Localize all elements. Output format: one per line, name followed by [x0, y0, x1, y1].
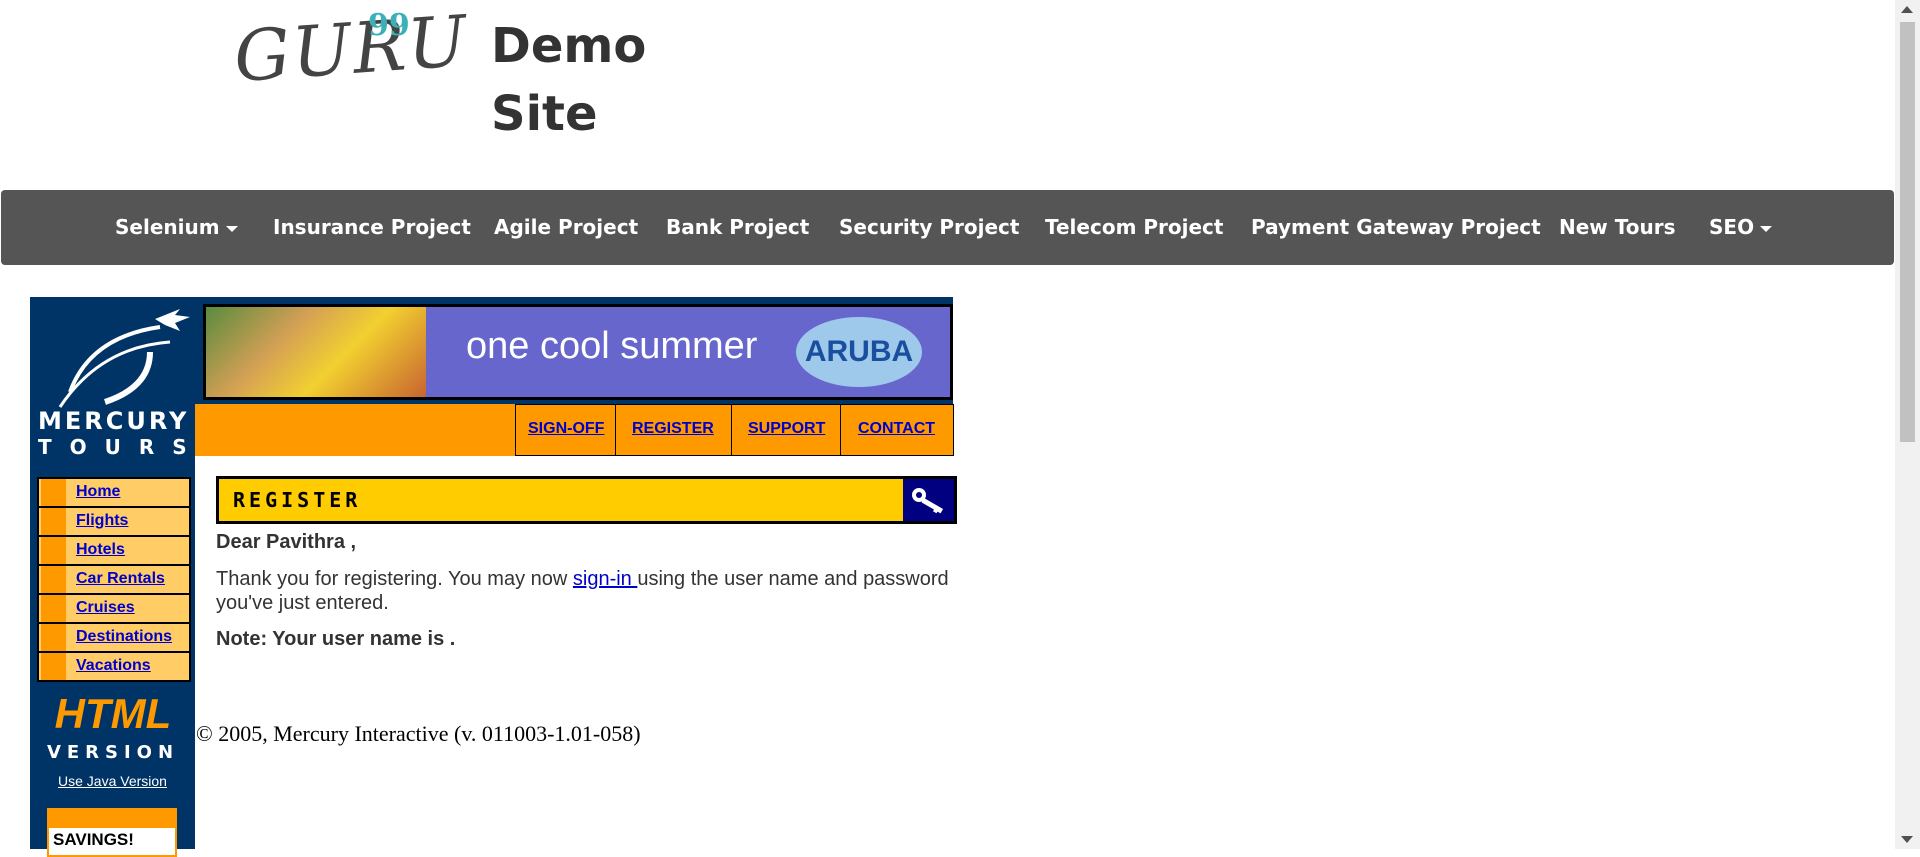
nav-label: Security Project [839, 215, 1020, 239]
menu-bullet [41, 566, 66, 593]
side-menu-link[interactable]: Cruises [76, 599, 135, 617]
thanks-before: Thank you for registering. You may now [216, 568, 573, 590]
nav-item-insurance-project[interactable]: Insurance Project [273, 215, 471, 239]
site-title: Demo Site [491, 12, 646, 148]
banner-photo [206, 307, 426, 397]
logo-number: 99 [368, 8, 410, 43]
scroll-up-arrow-icon[interactable] [1901, 6, 1913, 13]
register-content: Dear Pavithra , Thank you for registerin… [216, 531, 951, 651]
nav-item-telecom-project[interactable]: Telecom Project [1045, 215, 1223, 239]
site-title-line1: Demo [491, 18, 647, 74]
nav-label: Selenium [115, 215, 220, 239]
scrollbar-thumb[interactable] [1900, 22, 1915, 442]
use-java-version-link[interactable]: Use Java Version [30, 773, 195, 789]
nav-label: Insurance Project [273, 215, 471, 239]
site-header: GURU 99 Demo Site [0, 0, 1895, 190]
support-link[interactable]: SUPPORT [748, 420, 825, 438]
side-menu-link[interactable]: Home [76, 483, 120, 501]
savings-ad[interactable]: SAVINGS! [47, 808, 177, 857]
nav-item-security-project[interactable]: Security Project [839, 215, 1019, 239]
top-link-contact: CONTACT [840, 404, 954, 456]
side-menu-item-car-rentals: Car Rentals [39, 566, 189, 593]
side-menu-item-cruises: Cruises [39, 595, 189, 622]
menu-bullet [41, 479, 66, 506]
contact-link[interactable]: CONTACT [858, 420, 935, 438]
key-icon [903, 479, 954, 521]
menu-bullet [41, 595, 66, 622]
logo-word: GURU [231, 0, 472, 99]
menu-bullet [41, 508, 66, 535]
version-word: VERSION [46, 742, 180, 763]
top-link-sign-off: SIGN-OFF [515, 404, 616, 456]
username-note: Note: Your user name is . [216, 628, 456, 650]
savings-label: SAVINGS! [53, 830, 134, 849]
top-link-register: REGISTER [615, 404, 732, 456]
section-title: REGISTER [233, 488, 362, 512]
side-menu-item-home: Home [39, 479, 189, 506]
aruba-banner-ad[interactable]: one cool summer ARUBA [203, 304, 953, 400]
top-links-bar: SIGN-OFF REGISTER SUPPORT CONTACT [195, 404, 954, 456]
side-menu-item-flights: Flights [39, 508, 189, 535]
nav-label: New Tours [1559, 215, 1676, 239]
tours-logo-text: TOURS [38, 435, 205, 459]
banner-slogan: one cool summer [466, 325, 758, 367]
side-menu-link[interactable]: Vacations [76, 657, 151, 675]
nav-label: Agile Project [494, 215, 639, 239]
aruba-logo: ARUBA [796, 317, 922, 387]
scroll-down-arrow-icon[interactable] [1901, 836, 1913, 843]
nav-item-payment-gateway-project[interactable]: Payment Gateway Project [1251, 215, 1541, 239]
page-scrollbar[interactable] [1895, 0, 1920, 849]
side-menu-item-destinations: Destinations [39, 624, 189, 651]
nav-item-agile-project[interactable]: Agile Project [494, 215, 638, 239]
top-link-support: SUPPORT [731, 404, 841, 456]
guru99-logo[interactable]: GURU 99 [231, 0, 471, 98]
nav-item-new-tours[interactable]: New Tours [1559, 215, 1675, 239]
side-menu-link[interactable]: Destinations [76, 628, 172, 646]
side-menu-item-vacations: Vacations [39, 653, 189, 680]
mercury-tours-frame: MERCURY TOURS Home Flights Hotels Car Re… [30, 297, 957, 857]
side-menu-link[interactable]: Hotels [76, 541, 125, 559]
menu-bullet [41, 624, 66, 651]
caret-down-icon [225, 225, 238, 232]
nav-label: Bank Project [666, 215, 810, 239]
main-navbar: Selenium Insurance Project Agile Project… [1, 190, 1894, 265]
mercury-logo-text: MERCURY [38, 407, 190, 435]
register-section-header: REGISTER [216, 476, 957, 524]
nav-label: Telecom Project [1045, 215, 1224, 239]
nav-label: Payment Gateway Project [1251, 215, 1541, 239]
nav-item-bank-project[interactable]: Bank Project [666, 215, 809, 239]
thank-you-text: Thank you for registering. You may now s… [216, 567, 951, 615]
site-title-line2: Site [491, 86, 598, 142]
side-menu: Home Flights Hotels Car Rentals Cruises … [37, 477, 191, 682]
nav-item-selenium[interactable]: Selenium [115, 215, 238, 239]
nav-label: SEO [1709, 215, 1755, 239]
nav-item-seo[interactable]: SEO [1709, 215, 1773, 239]
caret-down-icon [1760, 225, 1773, 232]
side-menu-item-hotels: Hotels [39, 537, 189, 564]
register-link[interactable]: REGISTER [632, 420, 714, 438]
savings-ad-bar [49, 810, 175, 828]
sign-in-link[interactable]: sign-in [573, 568, 637, 590]
mercury-left-column: MERCURY TOURS Home Flights Hotels Car Re… [30, 297, 205, 857]
side-menu-link[interactable]: Car Rentals [76, 570, 165, 588]
menu-bullet [41, 653, 66, 680]
copyright-text: © 2005, Mercury Interactive (v. 011003-1… [196, 721, 641, 746]
sign-off-link[interactable]: SIGN-OFF [528, 420, 604, 438]
html-version-logo: HTML [54, 690, 172, 737]
side-menu-link[interactable]: Flights [76, 512, 128, 530]
menu-bullet [41, 537, 66, 564]
greeting-text: Dear Pavithra , [216, 531, 357, 553]
